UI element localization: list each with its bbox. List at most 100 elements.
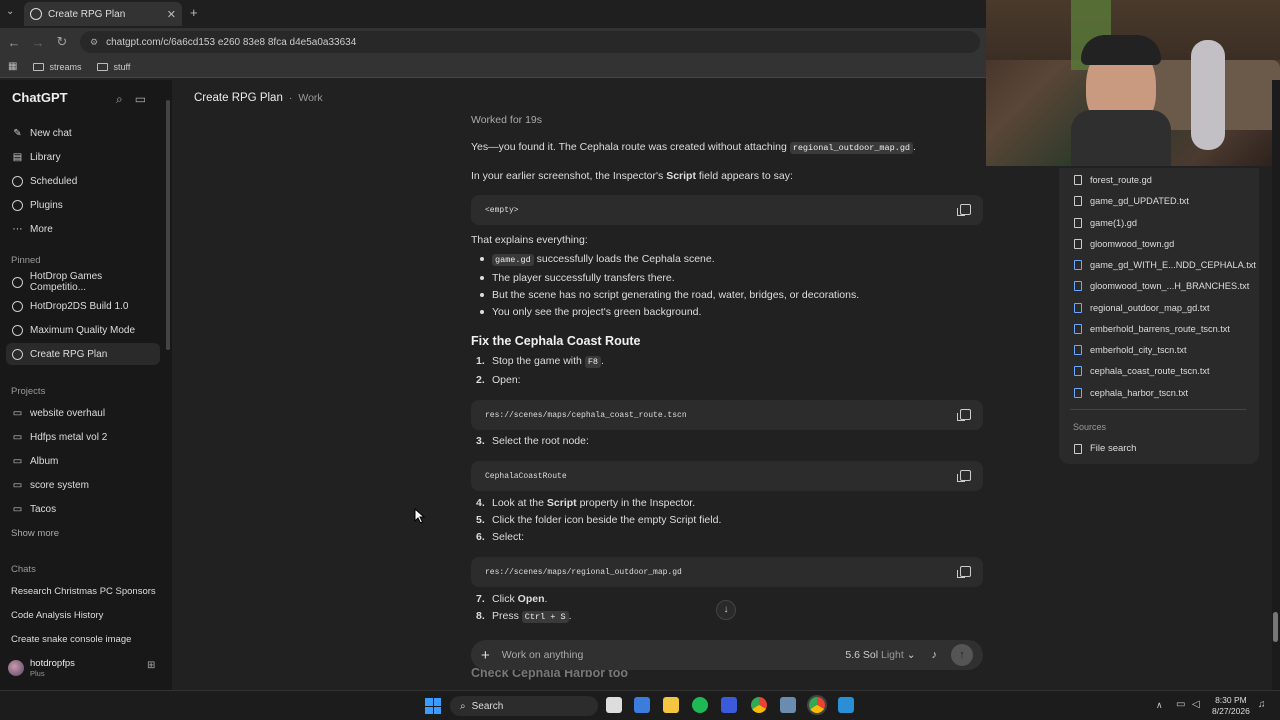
file-search-source[interactable]: File search	[1074, 443, 1136, 454]
clock-time: 8:30 PM	[1215, 695, 1247, 705]
sidebar-item-library[interactable]: ▤ Library	[6, 146, 160, 168]
search-icon: ⌕	[460, 700, 466, 712]
file-item[interactable]: emberhold_barrens_route_tscn.txt	[1074, 324, 1230, 334]
user-account[interactable]: hotdropfps Plus	[8, 658, 75, 678]
file-explorer-icon[interactable]	[663, 697, 679, 713]
pinned-item-active[interactable]: Create RPG Plan	[6, 343, 160, 365]
file-name: cephala_coast_route_tscn.txt	[1090, 366, 1210, 376]
spotify-icon[interactable]	[692, 697, 708, 713]
chat-item[interactable]: Create snake console image	[11, 634, 161, 645]
network-icon[interactable]: ▭	[1176, 699, 1185, 710]
file-item[interactable]: forest_route.gd	[1074, 175, 1152, 185]
apps-grid-icon[interactable]: ▦	[8, 61, 17, 72]
bullet-item: You only see the project's green backgro…	[480, 306, 701, 318]
taskbar-search[interactable]: ⌕ Search	[450, 696, 598, 716]
system-clock[interactable]: 8:30 PM 8/27/2026	[1212, 695, 1250, 717]
forward-icon[interactable]: →	[26, 35, 50, 50]
sidebar-item-new-chat[interactable]: ✎ New chat	[6, 122, 160, 144]
file-item[interactable]: gloomwood_town_...H_BRANCHES.txt	[1074, 281, 1249, 291]
task-view-icon[interactable]	[606, 697, 622, 713]
back-icon[interactable]: ←	[2, 35, 26, 50]
url-field[interactable]: ⚙ chatgpt.com/c/6a6cd153 e260 83e8 8fca …	[80, 31, 980, 53]
attach-plus-icon[interactable]: +	[481, 647, 490, 664]
bullet-dot	[480, 257, 484, 261]
code-text: CephalaCoastRoute	[485, 471, 567, 481]
conversation-title[interactable]: Create RPG Plan	[194, 92, 283, 104]
project-item[interactable]: ▭ Tacos	[6, 498, 160, 520]
sidebar-item-more[interactable]: ⋯ More	[6, 218, 160, 240]
close-tab-icon[interactable]: ✕	[167, 8, 176, 21]
copy-icon[interactable]	[957, 566, 971, 578]
file-item[interactable]: emberhold_city_tscn.txt	[1074, 345, 1187, 355]
tab-list-icon[interactable]: ⌄	[6, 6, 14, 17]
scroll-down-button[interactable]: ↓	[716, 600, 736, 620]
file-item[interactable]: regional_outdoor_map_gd.txt	[1074, 303, 1210, 313]
sidebar-item-scheduled[interactable]: Scheduled	[6, 170, 160, 192]
volume-icon[interactable]: ◁	[1192, 699, 1200, 710]
project-label: score system	[30, 479, 89, 491]
sidebar-toggle-icon[interactable]: ▭	[135, 92, 146, 107]
project-label[interactable]: Work	[298, 92, 322, 104]
model-mode: Light	[881, 649, 904, 661]
sidebar-scrollbar[interactable]	[166, 100, 170, 350]
file-icon	[1074, 281, 1082, 291]
search-label: Search	[471, 700, 504, 712]
pinned-item[interactable]: HotDrop Games Competitio...	[6, 271, 160, 293]
microphone-icon[interactable]: ♪	[932, 649, 938, 661]
windows-start-icon[interactable]	[425, 698, 441, 714]
file-item[interactable]: game_gd_UPDATED.txt	[1074, 196, 1189, 206]
file-item[interactable]: game_gd_WITH_E...NDD_CEPHALA.txt	[1074, 260, 1256, 270]
new-tab-icon[interactable]: +	[190, 5, 198, 20]
project-item[interactable]: ▭ website overhaul	[6, 402, 160, 424]
nav-label: Plugins	[30, 199, 63, 211]
bookmark-stuff[interactable]: stuff	[97, 62, 130, 72]
bullet-item: The player successfully transfers there.	[480, 272, 675, 284]
godot-icon[interactable]	[780, 697, 796, 713]
clock-icon	[12, 175, 23, 187]
copy-icon[interactable]	[957, 204, 971, 216]
sidebar-item-plugins[interactable]: Plugins	[6, 194, 160, 216]
bookmark-label: stuff	[113, 61, 131, 72]
bookmark-streams[interactable]: streams	[33, 62, 81, 72]
chatgpt-logo[interactable]: ChatGPT	[12, 90, 68, 105]
tray-chevron-icon[interactable]: ∧	[1156, 700, 1163, 711]
project-item[interactable]: ▭ Album	[6, 450, 160, 472]
step-2: 2. Open:	[476, 374, 521, 386]
project-item[interactable]: ▭ score system	[6, 474, 160, 496]
show-more-link[interactable]: Show more	[11, 528, 161, 539]
vscode-icon[interactable]	[838, 697, 854, 713]
more-dots-icon: ⋯	[12, 223, 23, 235]
chrome-icon[interactable]	[751, 697, 767, 713]
chrome-active-icon[interactable]	[809, 697, 825, 713]
plugins-icon	[12, 199, 23, 211]
worked-for-label[interactable]: Worked for 19s	[471, 113, 983, 127]
search-icon[interactable]: ⌕	[116, 92, 123, 107]
bold-text: Script	[666, 170, 696, 182]
reload-icon[interactable]: ↻	[50, 34, 74, 50]
composer-input[interactable]: Work on anything	[502, 649, 584, 661]
pinned-item[interactable]: Maximum Quality Mode	[6, 319, 160, 341]
send-button[interactable]: ↑	[951, 644, 973, 666]
copy-icon[interactable]	[957, 409, 971, 421]
page-scrollbar-track[interactable]	[1272, 80, 1280, 690]
site-info-icon[interactable]: ⚙	[90, 37, 98, 48]
composer[interactable]: + Work on anything 5.6 Sol Light ⌄ ♪ ↑	[471, 640, 983, 670]
file-item[interactable]: cephala_harbor_tscn.txt	[1074, 388, 1188, 398]
file-item[interactable]: game(1).gd	[1074, 218, 1137, 228]
project-item[interactable]: ▭ Hdfps metal vol 2	[6, 426, 160, 448]
browser-tab[interactable]: Create RPG Plan ✕	[24, 2, 182, 26]
page-scrollbar-thumb[interactable]	[1273, 612, 1278, 642]
pinned-label: Create RPG Plan	[30, 348, 108, 360]
chat-bubble-icon	[12, 348, 23, 360]
hud-fx-icon[interactable]	[721, 697, 737, 713]
copy-icon[interactable]	[957, 470, 971, 482]
notification-bell-icon[interactable]: ♫	[1258, 699, 1266, 710]
file-item[interactable]: gloomwood_town.gd	[1074, 239, 1174, 249]
gift-icon[interactable]: ⊞	[147, 660, 155, 671]
notepad-icon[interactable]	[634, 697, 650, 713]
pinned-item[interactable]: HotDrop2DS Build 1.0	[6, 295, 160, 317]
chat-item[interactable]: Code Analysis History	[11, 610, 161, 621]
chat-item[interactable]: Research Christmas PC Sponsors	[11, 586, 161, 597]
model-selector[interactable]: 5.6 Sol Light ⌄	[845, 649, 915, 661]
file-item[interactable]: cephala_coast_route_tscn.txt	[1074, 366, 1210, 376]
